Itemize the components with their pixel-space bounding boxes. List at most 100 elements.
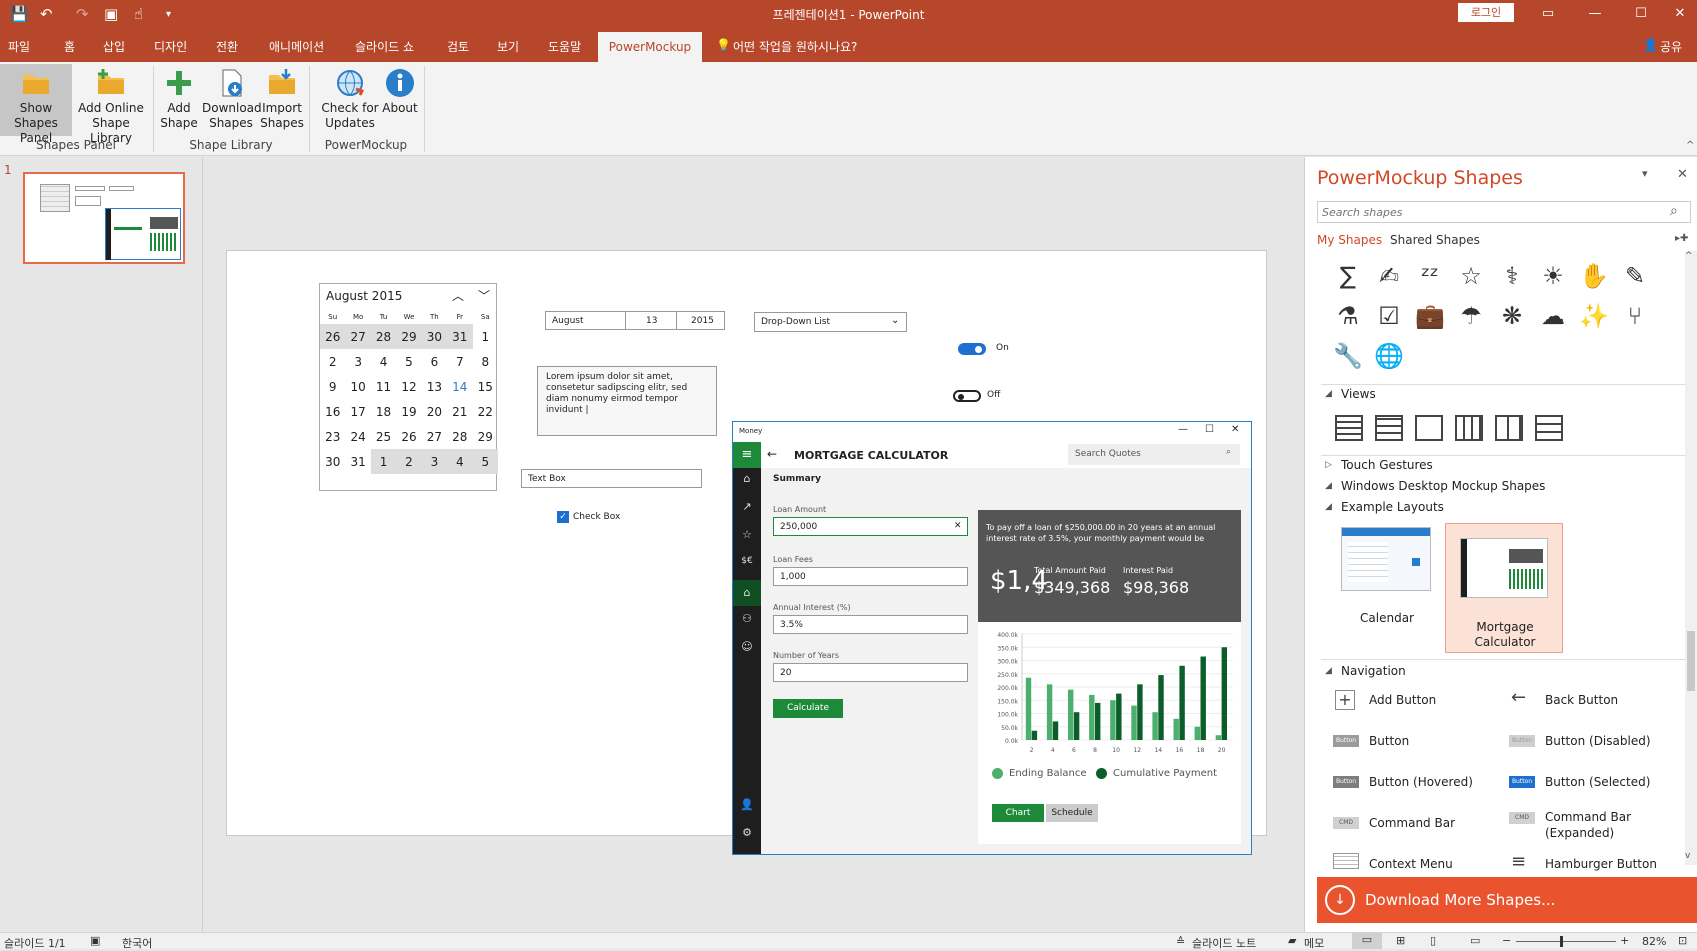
hamburger-icon[interactable]: ≡ (1511, 851, 1526, 872)
hand-icon[interactable]: ✋ (1579, 261, 1609, 291)
tab-powermockup[interactable]: PowerMockup (598, 32, 702, 62)
calendar-day[interactable]: 20 (422, 399, 447, 424)
briefcase-icon[interactable]: 💼 (1415, 301, 1445, 331)
section-windows-desktop[interactable]: Windows Desktop Mockup Shapes (1341, 479, 1545, 493)
nav-button-disabled[interactable]: Button (Disabled) (1545, 734, 1651, 748)
zoom-slider-thumb[interactable] (1560, 936, 1563, 947)
about-button[interactable]: About (380, 64, 420, 116)
calendar-day[interactable]: 2 (320, 349, 345, 374)
minimize-icon[interactable]: — (1178, 424, 1188, 435)
pane-scrollbar[interactable]: ^ v (1685, 251, 1697, 865)
search-shapes-input[interactable]: ⌕ (1317, 201, 1691, 223)
sun-icon[interactable]: ☀ (1538, 261, 1568, 291)
calendar-day[interactable]: 29 (396, 324, 422, 349)
comments-icon[interactable]: ▰ (1288, 934, 1296, 947)
umbrella-icon[interactable]: ☂ (1456, 301, 1486, 331)
zoom-in-icon[interactable]: + (1620, 934, 1629, 947)
tab-review[interactable]: 검토 (447, 38, 469, 55)
calendar-day[interactable]: 19 (396, 399, 421, 424)
section-touch-gestures[interactable]: Touch Gestures (1341, 458, 1433, 472)
calendar-day[interactable]: 4 (371, 349, 396, 374)
collapse-icon[interactable]: ▷ (1325, 460, 1332, 470)
tab-home[interactable]: 홈 (64, 38, 75, 55)
import-shapes-button[interactable]: Import Shapes (260, 64, 304, 131)
zoom-slider[interactable] (1516, 936, 1616, 947)
toggle-switch-on[interactable] (958, 343, 986, 355)
button-selected-icon[interactable]: Button (1509, 776, 1535, 788)
calendar-day[interactable]: 1 (370, 449, 397, 474)
calculate-button[interactable]: Calculate (773, 699, 843, 718)
trend-icon[interactable]: ↗ (733, 500, 761, 513)
calendar-day[interactable]: 3 (421, 449, 448, 474)
tab-shared-shapes[interactable]: Shared Shapes (1390, 233, 1480, 247)
add-icon[interactable]: + (1335, 690, 1355, 710)
pane-close-icon[interactable]: ✕ (1677, 167, 1688, 182)
loan-fees-input[interactable]: 1,000 (773, 567, 968, 586)
interest-input[interactable]: 3.5% (773, 615, 968, 634)
tab-scroll-icon[interactable]: ▸✚ (1675, 233, 1688, 244)
calendar-day[interactable]: 17 (345, 399, 370, 424)
notes-icon[interactable]: ≙ (1176, 935, 1185, 948)
maximize-button[interactable]: ☐ (1626, 3, 1656, 25)
calendar-day[interactable]: 2 (396, 449, 422, 474)
scroll-thumb[interactable] (1687, 631, 1695, 691)
expand-icon[interactable]: ◢ (1325, 666, 1332, 676)
calendar-day[interactable]: 16 (320, 399, 345, 424)
layout-mortgage-calculator[interactable]: Mortgage Calculator (1445, 523, 1563, 653)
nav-button-selected[interactable]: Button (Selected) (1545, 775, 1650, 789)
spellcheck-icon[interactable]: ▣ (90, 934, 100, 947)
checkbox[interactable]: ✓ (557, 511, 569, 523)
chart-tab[interactable]: Chart (992, 804, 1044, 822)
flask-icon[interactable]: ⚗ (1333, 301, 1363, 331)
section-views[interactable]: Views (1341, 387, 1376, 401)
command-bar-icon[interactable]: CMD (1333, 817, 1359, 829)
button-hovered-icon[interactable]: Button (1333, 776, 1359, 788)
calendar-day[interactable]: 25 (371, 424, 396, 449)
nav-add-button[interactable]: Add Button (1369, 693, 1436, 707)
expand-icon[interactable]: ◢ (1325, 502, 1332, 512)
add-online-shape-library-button[interactable]: Add Online Shape Library (73, 64, 149, 146)
text-box[interactable]: Text Box (521, 469, 702, 488)
show-shapes-panel-button[interactable]: Show Shapes Panel (0, 64, 72, 145)
pane-options-icon[interactable]: ▾ (1642, 167, 1648, 180)
back-icon[interactable]: ← (767, 447, 777, 461)
currency-icon[interactable]: $€ (733, 556, 761, 566)
workflow-icon[interactable]: ⑂ (1620, 301, 1650, 331)
calendar-day[interactable]: 13 (422, 374, 447, 399)
calendar-day[interactable]: 4 (447, 449, 473, 474)
calendar-day[interactable]: 30 (421, 324, 448, 349)
back-arrow-icon[interactable]: ← (1511, 687, 1526, 708)
tab-design[interactable]: 디자인 (154, 38, 187, 55)
calendar-day[interactable]: 23 (320, 424, 345, 449)
calendar-day-today[interactable]: 14 (447, 374, 472, 399)
close-button[interactable]: ✕ (1665, 3, 1695, 25)
calendar-day[interactable]: 22 (473, 399, 498, 424)
calendar-day[interactable]: 26 (320, 324, 346, 349)
calendar-day[interactable]: 18 (371, 399, 396, 424)
calendar-day[interactable]: 1 (473, 324, 498, 349)
sleep-icon[interactable]: ᶻᶻ (1415, 261, 1445, 291)
calendar-day[interactable]: 31 (345, 449, 370, 474)
layout-calendar[interactable]: Calendar (1331, 521, 1443, 643)
chevron-down-icon[interactable]: ﹀ (478, 287, 490, 304)
checklist-icon[interactable]: ☑ (1374, 301, 1404, 331)
calendar-day[interactable]: 21 (447, 399, 472, 424)
search-shapes-field[interactable] (1322, 204, 1652, 220)
slide-thumbnail[interactable] (23, 172, 185, 264)
nav-button[interactable]: Button (1369, 734, 1409, 748)
calendar-day[interactable]: 9 (320, 374, 345, 399)
globe-icon[interactable]: 🌐 (1374, 341, 1404, 371)
download-shapes-button[interactable]: Download Shapes (202, 64, 262, 131)
share-button[interactable]: 공유 (1660, 38, 1682, 55)
years-input[interactable]: 20 (773, 663, 968, 682)
tab-file[interactable]: 파일 (8, 38, 30, 55)
calendar-day[interactable]: 15 (473, 374, 498, 399)
calendar-day[interactable]: 24 (345, 424, 370, 449)
people-icon[interactable]: ⚇ (733, 612, 761, 625)
zoom-out-icon[interactable]: − (1502, 934, 1511, 947)
signature-icon[interactable]: ✍ (1374, 261, 1404, 291)
tab-help[interactable]: 도움말 (548, 38, 581, 55)
tab-slideshow[interactable]: 슬라이드 쇼 (355, 38, 414, 55)
collapse-ribbon-icon[interactable]: ^ (1686, 140, 1694, 151)
zoom-level[interactable]: 82% (1642, 935, 1666, 948)
